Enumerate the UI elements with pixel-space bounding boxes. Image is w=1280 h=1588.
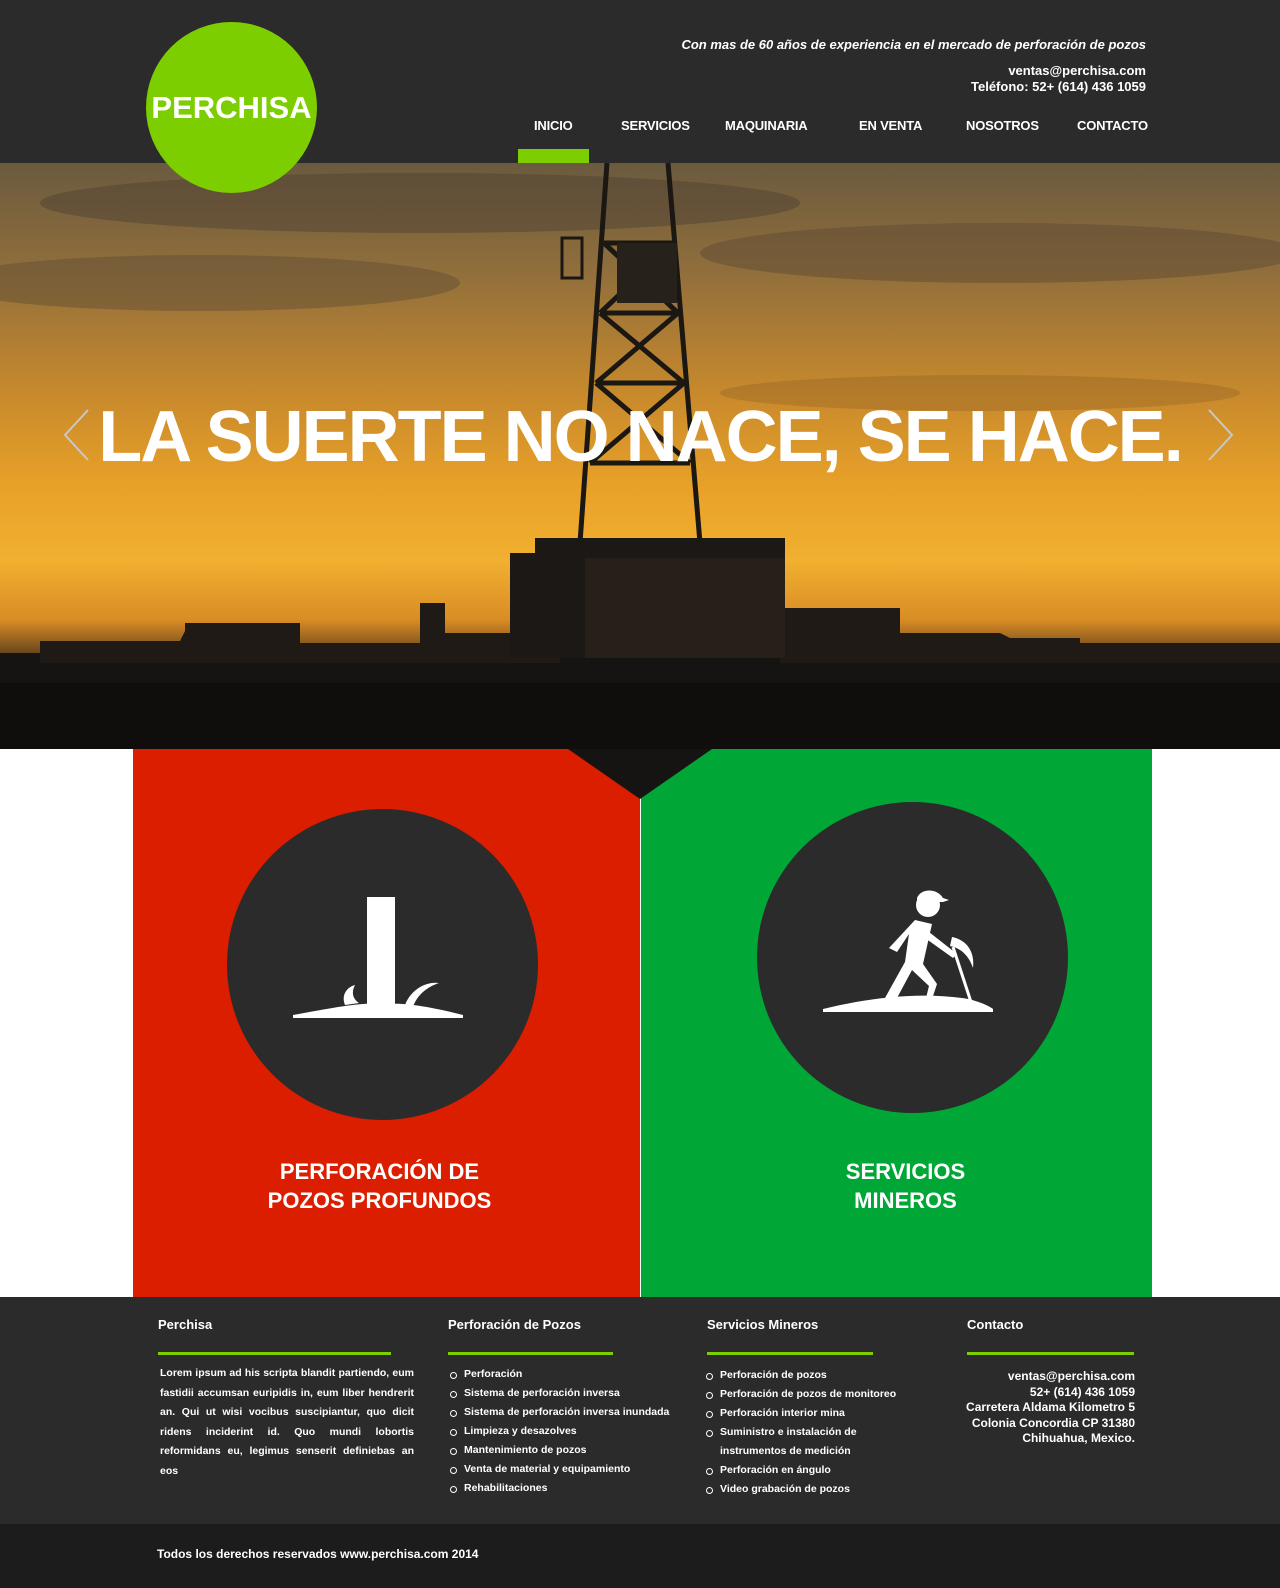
hero-title: LA SUERTE NO NACE, SE HACE. bbox=[98, 397, 1183, 477]
service-title-perforacion: PERFORACIÓN DE POZOS PROFUNDOS bbox=[133, 1157, 626, 1215]
footer-perforacion-list: Perforación Sistema de perforación inver… bbox=[450, 1365, 669, 1498]
footer-contact-block: ventas@perchisa.com 52+ (614) 436 1059 C… bbox=[966, 1369, 1135, 1447]
header-contact: ventas@perchisa.com Teléfono: 52+ (614) … bbox=[971, 63, 1146, 95]
service-title-mineros: SERVICIOS MINEROS bbox=[641, 1157, 1170, 1215]
service-icon-circle bbox=[227, 809, 538, 1120]
nav-active-indicator bbox=[518, 149, 589, 163]
footer-link[interactable]: Perforación bbox=[450, 1365, 669, 1384]
footer-link-continuation[interactable]: instrumentos de medición bbox=[706, 1442, 896, 1461]
footer-col-contacto-title: Contacto bbox=[967, 1317, 1024, 1332]
nav-item-servicios[interactable]: SERVICIOS bbox=[621, 118, 690, 133]
header-email[interactable]: ventas@perchisa.com bbox=[971, 63, 1146, 79]
footer-contact-address: Carretera Aldama Kilometro 5 bbox=[966, 1400, 1135, 1414]
service-title-line1: PERFORACIÓN DE bbox=[279, 1159, 480, 1184]
footer-link[interactable]: Perforación de pozos bbox=[706, 1366, 896, 1385]
footer-link[interactable]: Suministro e instalación de bbox=[706, 1423, 896, 1442]
footer-contact-email[interactable]: ventas@perchisa.com bbox=[966, 1369, 1135, 1385]
nav-item-nosotros[interactable]: NOSOTROS bbox=[966, 118, 1039, 133]
footer-link[interactable]: Perforación en ángulo bbox=[706, 1461, 896, 1480]
footer-link[interactable]: Rehabilitaciones bbox=[450, 1479, 669, 1498]
copyright-text: Todos los derechos reservados www.perchi… bbox=[157, 1547, 479, 1561]
footer-col-underline bbox=[707, 1352, 873, 1355]
logo-text: PERCHISA bbox=[151, 89, 312, 125]
header-phone: Teléfono: 52+ (614) 436 1059 bbox=[971, 79, 1146, 94]
header-tagline: Con mas de 60 años de experiencia en el … bbox=[681, 37, 1146, 52]
footer-col-mineros-title: Servicios Mineros bbox=[707, 1317, 819, 1332]
logo[interactable]: PERCHISA bbox=[146, 22, 317, 193]
footer-mineros-list: Perforación de pozos Perforación de pozo… bbox=[706, 1366, 896, 1499]
nav-item-maquinaria[interactable]: MAQUINARIA bbox=[725, 118, 808, 133]
footer-about-text: Lorem ipsum ad his scripta blandit parti… bbox=[160, 1367, 414, 1477]
nav-item-inicio[interactable]: INICIO bbox=[534, 118, 573, 133]
service-panel-mineros[interactable]: SERVICIOS MINEROS bbox=[641, 749, 1152, 1297]
hero-slider: LA SUERTE NO NACE, SE HACE. bbox=[0, 163, 1280, 749]
footer-bottom-bar: Todos los derechos reservados www.perchi… bbox=[0, 1524, 1280, 1588]
footer-contact-city: Chihuahua, Mexico. bbox=[1022, 1431, 1135, 1445]
service-title-line2: POZOS PROFUNDOS bbox=[267, 1188, 492, 1213]
nav-item-contacto[interactable]: CONTACTO bbox=[1077, 118, 1148, 133]
footer-col-perforacion-title: Perforación de Pozos bbox=[448, 1317, 581, 1332]
nav-item-en-venta[interactable]: EN VENTA bbox=[859, 118, 922, 133]
footer-col-underline bbox=[967, 1352, 1134, 1355]
footer-col-underline bbox=[448, 1352, 613, 1355]
hero-pointer-notch bbox=[568, 749, 712, 799]
footer-link[interactable]: Sistema de perforación inversa inundada bbox=[450, 1403, 669, 1422]
footer-link[interactable]: Venta de material y equipamiento bbox=[450, 1460, 669, 1479]
chevron-right-icon[interactable] bbox=[1205, 408, 1235, 462]
footer-contact-colonia: Colonia Concordia CP 31380 bbox=[971, 1415, 1135, 1430]
footer-link[interactable]: Sistema de perforación inversa bbox=[450, 1384, 669, 1403]
service-panel-perforacion[interactable]: PERFORACIÓN DE POZOS PROFUNDOS bbox=[133, 749, 640, 1297]
well-drilling-icon bbox=[293, 897, 463, 1018]
footer-link[interactable]: Perforación de pozos de monitoreo bbox=[706, 1385, 896, 1404]
footer-link[interactable]: Mantenimiento de pozos bbox=[450, 1441, 669, 1460]
service-title-line1: SERVICIOS bbox=[845, 1159, 966, 1184]
footer-col-underline bbox=[158, 1352, 391, 1355]
miner-icon bbox=[823, 890, 993, 1012]
footer-link[interactable]: Perforación interior mina bbox=[706, 1404, 896, 1423]
service-title-line2: MINEROS bbox=[854, 1188, 957, 1213]
panel-divider bbox=[640, 749, 641, 1297]
footer-link[interactable]: Limpieza y desazolves bbox=[450, 1422, 669, 1441]
site-footer: Perchisa Lorem ipsum ad his scripta blan… bbox=[0, 1297, 1280, 1524]
footer-col-perchisa-title: Perchisa bbox=[158, 1317, 213, 1332]
footer-contact-phone: 52+ (614) 436 1059 bbox=[1029, 1384, 1135, 1399]
service-icon-circle bbox=[757, 802, 1068, 1113]
footer-link[interactable]: Video grabación de pozos bbox=[706, 1480, 896, 1499]
chevron-left-icon[interactable] bbox=[62, 408, 92, 462]
